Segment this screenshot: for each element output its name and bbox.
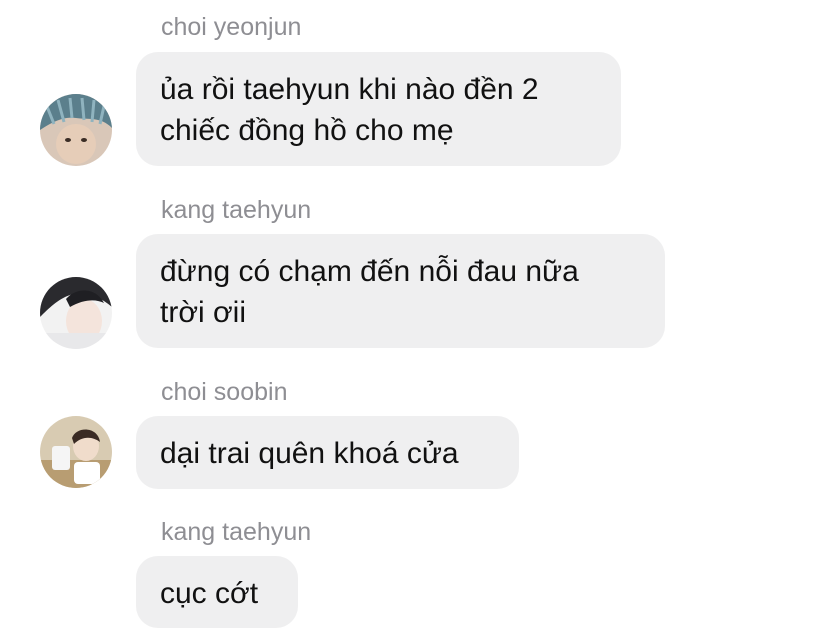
sender-name: kang taehyun bbox=[161, 518, 312, 546]
message-bubble[interactable]: ủa rồi taehyun khi nào đền 2 chiếc đồng … bbox=[136, 52, 621, 166]
sender-name: choi yeonjun bbox=[161, 13, 302, 41]
message-bubble[interactable]: dại trai quên khoá cửa bbox=[136, 416, 519, 489]
sender-name: kang taehyun bbox=[161, 196, 312, 224]
avatar-taehyun-icon bbox=[40, 277, 112, 349]
message-line: cục cớt bbox=[160, 577, 259, 610]
message-bubble[interactable]: cục cớt bbox=[136, 556, 298, 628]
message-line: chiếc đồng hồ cho mẹ bbox=[160, 114, 454, 147]
avatar[interactable] bbox=[40, 94, 112, 166]
message-bubble[interactable]: đừng có chạm đến nỗi đau nữa trời ơii bbox=[136, 234, 665, 348]
message-line: trời ơii bbox=[160, 296, 247, 329]
message-line: đừng có chạm đến nỗi đau nữa bbox=[160, 255, 579, 288]
message-line: ủa rồi taehyun khi nào đền 2 bbox=[160, 73, 539, 106]
avatar-soobin-icon bbox=[40, 416, 112, 488]
message-line: dại trai quên khoá cửa bbox=[160, 437, 459, 470]
avatar-yeonjun-icon bbox=[40, 94, 112, 166]
sender-name: choi soobin bbox=[161, 378, 288, 406]
avatar[interactable] bbox=[40, 277, 112, 349]
avatar[interactable] bbox=[40, 416, 112, 488]
